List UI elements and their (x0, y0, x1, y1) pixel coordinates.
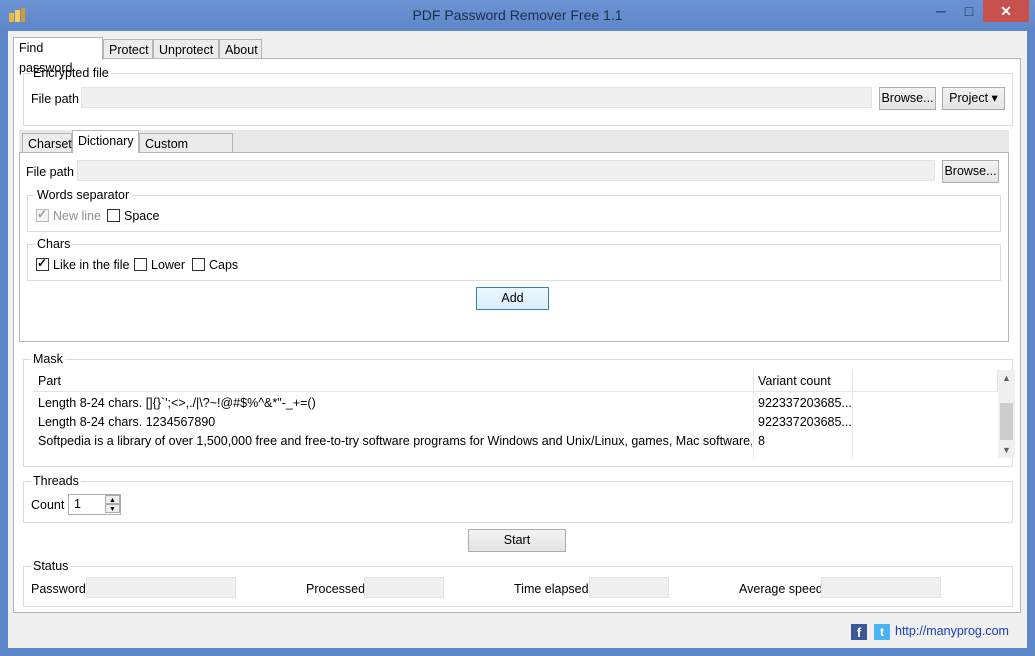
column-header-part[interactable]: Part (34, 370, 754, 392)
tab-about[interactable]: About (219, 39, 262, 59)
cell-part: Length 8-24 chars. 1234567890 (38, 415, 216, 429)
processed-label: Processed (306, 582, 366, 596)
threads-group: Threads Count 1 ▲ ▼ (23, 474, 1013, 523)
new-line-checkbox[interactable]: New line (36, 206, 101, 224)
new-line-label: New line (53, 209, 101, 223)
time-elapsed-label: Time elapsed (514, 582, 589, 596)
facebook-icon[interactable]: f (851, 624, 867, 640)
encrypted-file-group: Encrypted file File path Browse... Proje… (23, 66, 1013, 126)
processed-output (364, 577, 444, 598)
client-area: Find password Protect Unprotect About En… (8, 31, 1027, 648)
browse-dictionary-button[interactable]: Browse... (942, 160, 999, 183)
words-separator-title: Words separator (35, 188, 132, 202)
mask-group: Mask Part Variant count Length 8-24 char… (23, 352, 1015, 467)
lower-checkbox[interactable]: Lower (134, 257, 185, 273)
column-header-variant-count[interactable]: Variant count (754, 370, 853, 392)
time-elapsed-output (589, 577, 669, 598)
website-link[interactable]: http://manyprog.com (895, 624, 1009, 638)
status-title: Status (31, 559, 71, 573)
tab-protect[interactable]: Protect (103, 39, 153, 59)
lower-label: Lower (151, 258, 186, 272)
caps-checkbox[interactable]: Caps (192, 257, 238, 273)
cell-variant-count: 922337203685... (758, 415, 852, 429)
average-speed-output (821, 577, 941, 598)
scroll-thumb[interactable] (1000, 403, 1013, 440)
stepper-buttons: ▲ ▼ (105, 495, 120, 514)
mask-title: Mask (31, 352, 65, 366)
mask-scrollbar[interactable]: ▲ ▼ (998, 370, 1015, 458)
chars-group: Chars Like in the file Lower Caps (27, 237, 1001, 281)
status-group: Status Password Processed Time elapsed A… (23, 559, 1013, 607)
facebook-glyph: f (851, 624, 867, 640)
words-separator-group: Words separator New line Space (27, 188, 1001, 232)
space-checkbox[interactable]: Space (107, 208, 159, 224)
twitter-icon[interactable]: t (874, 624, 890, 640)
password-label: Password (31, 582, 86, 596)
thread-count-value: 1 (74, 497, 81, 511)
tab-custom-variants[interactable]: Custom variants (139, 133, 233, 171)
cell-part: Length 8-24 chars. []{}`';<>,./|\?~!@#$%… (38, 396, 316, 410)
browse-encrypted-button[interactable]: Browse... (879, 87, 936, 110)
space-label: Space (124, 209, 160, 223)
password-output (86, 577, 236, 598)
cell-part: Softpedia is a library of over 1,500,000… (38, 434, 752, 448)
checkbox-icon (134, 258, 147, 271)
scroll-up-icon[interactable]: ▲ (998, 370, 1015, 386)
title-bar: PDF Password Remover Free 1.1 ─ □ ✕ (0, 0, 1035, 32)
close-button[interactable]: ✕ (983, 0, 1029, 22)
chevron-up-icon[interactable]: ▲ (105, 495, 120, 504)
caps-label: Caps (209, 258, 239, 272)
project-dropdown-button[interactable]: Project ▾ (942, 87, 1005, 110)
mask-table: Part Variant count Length 8-24 chars. []… (34, 370, 1015, 458)
encrypted-file-path-input[interactable] (81, 87, 872, 108)
tab-unprotect[interactable]: Unprotect (153, 39, 219, 59)
threads-title: Threads (31, 474, 81, 488)
tab-dictionary[interactable]: Dictionary (72, 130, 139, 153)
checkbox-icon (107, 209, 120, 222)
checkbox-icon (192, 258, 205, 271)
window-title: PDF Password Remover Free 1.1 (412, 7, 623, 23)
dictionary-file-path-input[interactable] (77, 160, 935, 181)
cell-variant-count: 922337203685... (758, 396, 852, 410)
start-button[interactable]: Start (468, 529, 566, 552)
add-button[interactable]: Add (476, 287, 549, 310)
find-password-panel: Encrypted file File path Browse... Proje… (13, 58, 1021, 613)
twitter-glyph: t (874, 624, 890, 640)
column-header-filler (853, 370, 998, 392)
average-speed-label: Average speed (739, 582, 823, 596)
tab-find-password[interactable]: Find password (13, 37, 103, 75)
dictionary-panel: File path Browse... Words separator New … (19, 152, 1009, 342)
like-in-file-label: Like in the file (53, 258, 130, 272)
chevron-down-icon[interactable]: ▼ (105, 504, 120, 513)
scroll-down-icon[interactable]: ▼ (998, 442, 1015, 458)
count-label: Count (31, 498, 65, 512)
checkbox-icon (36, 206, 49, 222)
column-divider (852, 392, 853, 458)
thread-count-stepper[interactable]: 1 ▲ ▼ (68, 494, 121, 515)
dictionary-file-path-label: File path (26, 165, 74, 179)
minimize-button[interactable]: ─ (928, 0, 954, 22)
chars-title: Chars (35, 237, 73, 251)
like-in-file-checkbox[interactable]: Like in the file (36, 255, 130, 273)
cell-variant-count: 8 (758, 434, 765, 448)
attack-tabs: Charset Dictionary Custom variants File … (19, 130, 1009, 342)
checkbox-icon (36, 255, 49, 271)
maximize-button[interactable]: □ (956, 0, 982, 22)
file-path-label: File path (31, 92, 79, 106)
tab-charset[interactable]: Charset (22, 133, 72, 153)
